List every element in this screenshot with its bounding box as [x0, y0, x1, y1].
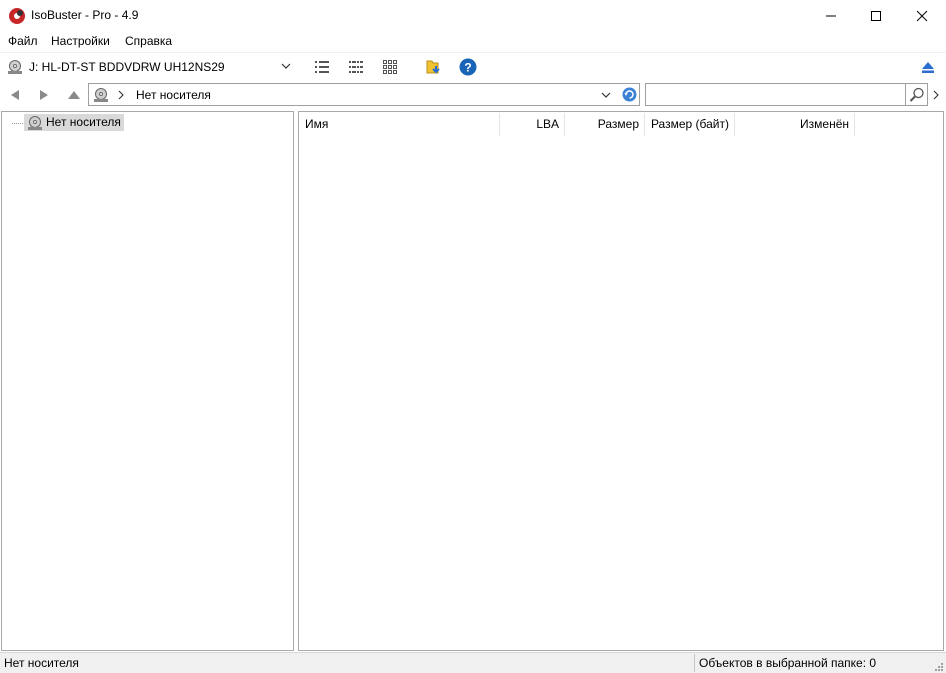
isobuster-app-icon — [9, 8, 25, 24]
menu-file[interactable]: Файл — [8, 34, 38, 48]
address-dropdown-icon[interactable] — [601, 91, 611, 99]
drive-label: J: HL-DT-ST BDDVDRW UH12NS29 — [29, 60, 225, 74]
forward-arrow-icon[interactable] — [38, 89, 50, 101]
minimize-button[interactable] — [808, 0, 854, 31]
eject-icon[interactable] — [921, 60, 935, 74]
extract-folder-icon[interactable] — [425, 58, 443, 76]
back-arrow-icon[interactable] — [9, 89, 21, 101]
maximize-button[interactable] — [853, 0, 899, 31]
refresh-icon[interactable] — [622, 87, 637, 102]
address-segment[interactable]: Нет носителя — [136, 88, 211, 102]
column-header-size-bytes[interactable]: Размер (байт) — [645, 113, 735, 136]
help-icon[interactable]: ? — [459, 58, 477, 76]
status-text-left: Нет носителя — [4, 656, 79, 670]
window-title: IsoBuster - Pro - 4.9 — [31, 8, 139, 22]
menu-settings[interactable]: Настройки — [51, 34, 110, 48]
svg-text:?: ? — [464, 61, 471, 75]
column-header-name[interactable]: Имя — [300, 113, 500, 136]
column-header-lba[interactable]: LBA — [500, 113, 565, 136]
address-drive-icon — [94, 88, 108, 102]
title-bar — [0, 0, 946, 32]
column-header-modified[interactable]: Изменён — [735, 113, 855, 136]
maximize-icon — [871, 10, 881, 21]
drive-icon — [8, 60, 22, 74]
up-arrow-icon[interactable] — [67, 89, 81, 101]
details-view-icon[interactable] — [314, 59, 330, 75]
search-options-chevron-icon[interactable] — [932, 90, 940, 100]
breadcrumb-chevron-icon[interactable] — [117, 90, 125, 100]
chevron-down-icon[interactable] — [281, 62, 291, 70]
minimize-icon — [826, 15, 836, 16]
tree-drive-icon — [28, 116, 42, 130]
close-button[interactable] — [899, 0, 945, 31]
icons-view-icon[interactable] — [382, 59, 398, 75]
column-header-size[interactable]: Размер — [565, 113, 645, 136]
menu-help[interactable]: Справка — [125, 34, 172, 48]
tree-item-label: Нет носителя — [46, 115, 121, 129]
status-text-right: Объектов в выбранной папке: 0 — [699, 656, 877, 670]
file-list-pane[interactable] — [298, 111, 944, 651]
status-divider — [694, 654, 695, 672]
search-icon — [909, 87, 924, 102]
list-view-icon[interactable] — [348, 59, 364, 75]
search-input[interactable] — [645, 83, 906, 106]
tree-pane[interactable] — [1, 111, 294, 651]
resize-grip-icon[interactable] — [932, 660, 944, 672]
close-icon — [916, 10, 928, 21]
